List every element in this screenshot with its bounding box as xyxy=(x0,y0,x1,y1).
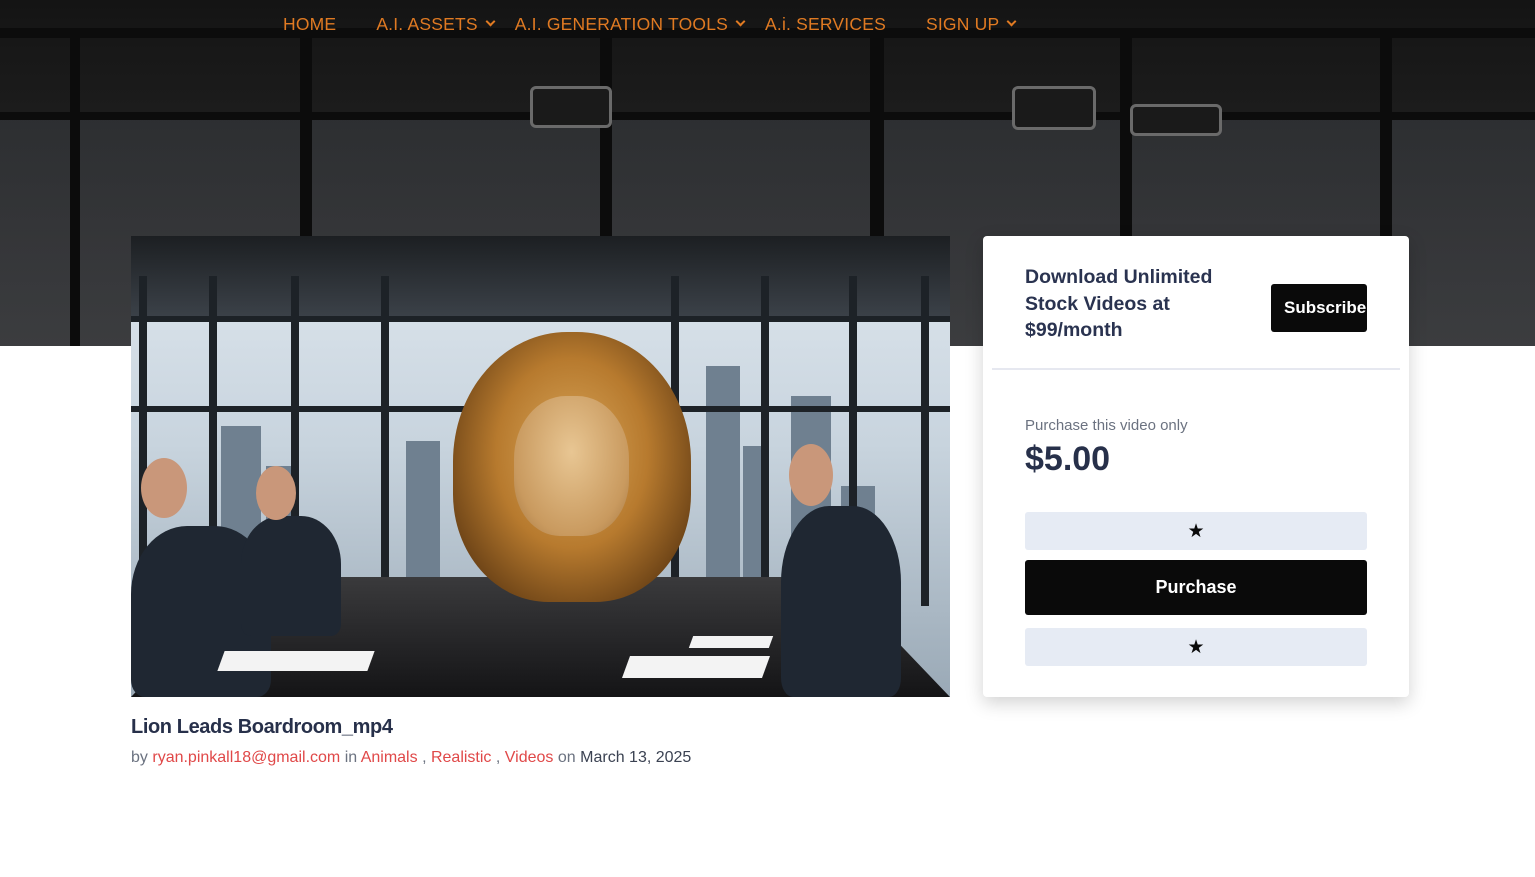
nav-ai-services[interactable]: A.i. SERVICES xyxy=(765,14,886,35)
video-price: $5.00 xyxy=(1025,440,1111,478)
nav-ai-generation-tools-label: A.I. GENERATION TOOLS xyxy=(514,13,729,34)
nav-sign-up[interactable]: SIGN UP xyxy=(925,13,1017,35)
businessman-center xyxy=(241,516,341,636)
businessman-left-head xyxy=(141,458,187,518)
category-link-animals[interactable]: Animals xyxy=(361,749,418,766)
main-navigation: HOME A.I. ASSETS A.I. GENERATION TOOLS A… xyxy=(283,0,1017,48)
chevron-down-icon xyxy=(485,16,496,27)
window-frame xyxy=(761,276,769,606)
document-paper xyxy=(621,656,771,678)
document-paper xyxy=(217,651,375,671)
ceiling-light-icon xyxy=(1130,104,1222,136)
businessman-right-head xyxy=(789,444,833,506)
chevron-down-icon xyxy=(1006,16,1017,27)
businessman-center-head xyxy=(256,466,296,520)
publish-date: March 13, 2025 xyxy=(580,749,692,766)
nav-ai-assets-label: A.I. ASSETS xyxy=(376,13,478,34)
category-separator: , xyxy=(422,749,427,766)
category-link-realistic[interactable]: Realistic xyxy=(431,749,491,766)
boardroom-ceiling xyxy=(131,236,950,316)
nav-home-label: HOME xyxy=(283,13,337,34)
hero-window-post xyxy=(70,38,80,346)
by-label: by xyxy=(131,749,148,766)
hero-ceiling-beam xyxy=(0,112,1535,120)
window-frame xyxy=(381,276,389,606)
chevron-down-icon xyxy=(735,16,746,27)
category-separator: , xyxy=(495,749,501,766)
in-label: in xyxy=(344,749,358,766)
subscribe-button[interactable]: Subscribe xyxy=(1271,284,1367,332)
window-frame xyxy=(131,316,950,322)
nav-ai-generation-tools[interactable]: A.I. GENERATION TOOLS xyxy=(514,13,746,35)
lion-face xyxy=(514,396,629,536)
video-title: Lion Leads Boardroom_mp4 xyxy=(131,716,393,738)
on-label: on xyxy=(557,749,576,766)
lion-boardroom-image[interactable] xyxy=(131,236,950,697)
subscription-promo: Download Unlimited Stock Videos at $99/m… xyxy=(1025,266,1213,341)
city-building xyxy=(406,441,440,591)
purchase-button[interactable]: Purchase xyxy=(1025,560,1367,615)
card-divider xyxy=(992,368,1400,370)
purchase-video-label: Purchase this video only xyxy=(1025,417,1188,434)
city-building xyxy=(706,366,740,596)
ceiling-light-icon xyxy=(530,86,612,128)
rating-star-button[interactable]: ★ xyxy=(1025,628,1367,666)
video-meta: by ryan.pinkall18@gmail.com in Animals ,… xyxy=(131,749,691,767)
ceiling-light-icon xyxy=(1012,86,1096,130)
nav-ai-services-label: A.i. SERVICES xyxy=(765,13,886,34)
favorite-star-button[interactable]: ★ xyxy=(1025,512,1367,550)
category-link-videos[interactable]: Videos xyxy=(505,749,554,766)
document-paper xyxy=(688,636,774,648)
nav-home[interactable]: HOME xyxy=(283,14,336,35)
window-frame xyxy=(921,276,929,606)
purchase-card: Download Unlimited Stock Videos at $99/m… xyxy=(983,236,1409,697)
nav-sign-up-label: SIGN UP xyxy=(925,13,1000,34)
businessman-right xyxy=(781,506,901,697)
author-link[interactable]: ryan.pinkall18@gmail.com xyxy=(152,749,340,766)
nav-ai-assets[interactable]: A.I. ASSETS xyxy=(376,13,496,35)
